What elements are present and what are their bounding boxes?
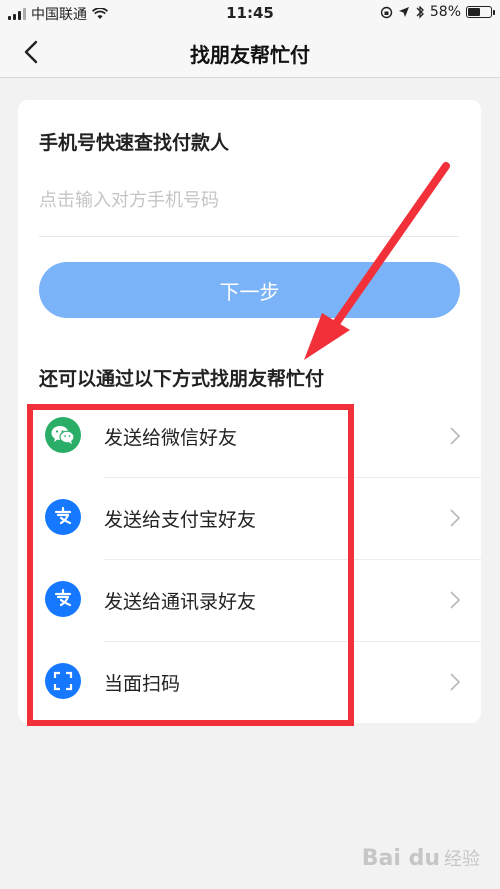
location-icon <box>398 7 409 17</box>
status-right: 58% <box>380 4 495 20</box>
wechat-icon <box>45 417 81 453</box>
baidu-watermark: Bai du 经验 <box>362 845 480 871</box>
watermark-sub: 经验 <box>444 849 480 870</box>
main-card: 手机号快速查找付款人 下一步 还可以通过以下方式找朋友帮忙付 发送给微信好友 <box>18 100 481 723</box>
input-divider <box>39 236 459 237</box>
alipay-icon <box>45 581 81 617</box>
orientation-lock-icon <box>380 6 393 18</box>
battery-percent: 58% <box>429 4 461 20</box>
phone-number-input[interactable] <box>39 180 459 220</box>
chevron-right-icon <box>450 509 461 527</box>
watermark-logo: Bai du <box>361 845 440 871</box>
chevron-right-icon <box>450 427 461 445</box>
other-methods-title: 还可以通过以下方式找朋友帮忙付 <box>39 368 325 390</box>
alarm-icon <box>416 5 424 19</box>
back-chevron-icon[interactable] <box>18 38 46 66</box>
option-scan-in-person[interactable]: 当面扫码 <box>18 642 481 724</box>
option-label: 当面扫码 <box>104 673 181 695</box>
nav-bar: 找朋友帮忙付 <box>0 26 500 78</box>
next-step-button[interactable]: 下一步 <box>39 262 460 318</box>
option-label: 发送给通讯录好友 <box>104 591 257 613</box>
battery-level <box>468 8 481 16</box>
chevron-right-icon <box>450 673 461 691</box>
alipay-icon <box>45 499 81 535</box>
option-wechat-friend[interactable]: 发送给微信好友 <box>18 396 481 478</box>
battery-icon <box>466 6 495 18</box>
option-alipay-friend[interactable]: 发送给支付宝好友 <box>18 478 481 560</box>
option-label: 发送给微信好友 <box>104 427 238 449</box>
scan-icon <box>45 663 81 699</box>
page-title: 找朋友帮忙付 <box>190 43 310 67</box>
option-label: 发送给支付宝好友 <box>104 509 257 531</box>
option-contacts-friend[interactable]: 发送给通讯录好友 <box>18 560 481 642</box>
status-bar: 中国联通 11:45 58% <box>0 0 500 26</box>
chevron-right-icon <box>450 591 461 609</box>
phone-search-title: 手机号快速查找付款人 <box>39 132 230 154</box>
